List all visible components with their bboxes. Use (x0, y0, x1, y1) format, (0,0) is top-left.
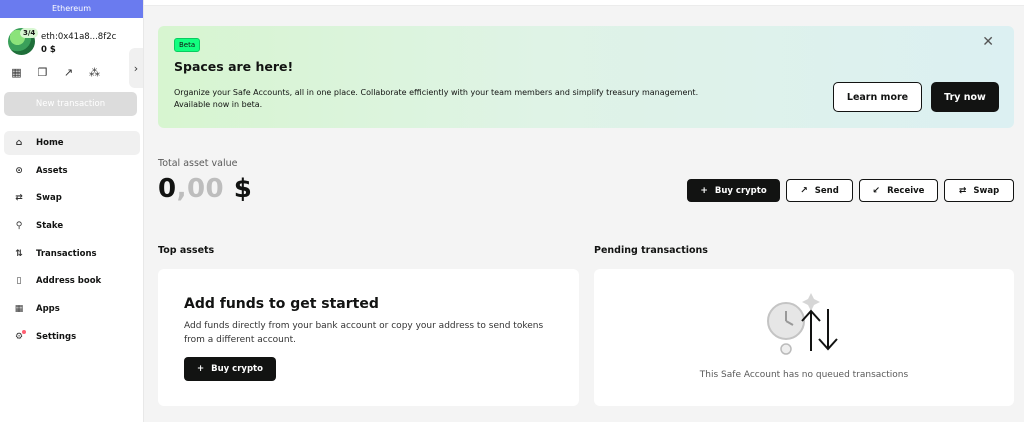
sidebar-item-label: Transactions (36, 248, 97, 259)
no-transactions-illustration (767, 293, 838, 355)
total-asset-value: 0,00 $ (158, 174, 252, 204)
sidebar-item-label: Apps (36, 304, 60, 315)
sidebar-item-label: Assets (36, 165, 68, 176)
send-button[interactable]: ↗ Send (786, 179, 853, 202)
chain-indicator: Ethereum (0, 0, 143, 18)
sidebar-nav: ⌂ Home ⊙ Assets ⇄ Swap ⚲ Stake ⇅ Transactions ▯ Add… (4, 131, 140, 353)
sidebar-item-settings[interactable]: ⚙ Settings (4, 325, 140, 349)
stake-icon: ⚲ (15, 221, 23, 232)
chevron-right-icon[interactable]: › (129, 48, 143, 88)
assets-icon: ⊙ (15, 165, 23, 176)
new-transaction-button[interactable]: New transaction (4, 92, 137, 116)
buy-crypto-card-button[interactable]: + Buy crypto (184, 357, 276, 381)
banner-title: Spaces are here! (174, 59, 294, 74)
banner-description: Organize your Safe Accounts, all in one … (174, 88, 699, 109)
transactions-icon: ⇅ (15, 248, 23, 259)
notification-dot (22, 329, 26, 334)
sidebar-item-home[interactable]: ⌂ Home (4, 131, 140, 155)
sidebar-item-assets[interactable]: ⊙ Assets (4, 159, 140, 183)
safe-address: eth:0x41a8...8f2c (41, 32, 117, 42)
sidebar-item-address-book[interactable]: ▯ Address book (4, 269, 140, 293)
arrow-down-left-icon: ↙ (872, 185, 881, 196)
top-assets-card: Add funds to get started Add funds direc… (158, 269, 579, 406)
sidebar-item-swap[interactable]: ⇄ Swap (4, 186, 140, 210)
threshold-badge: 3/4 (20, 28, 39, 38)
value-decimals: ,00 (176, 174, 225, 204)
arrow-up-right-icon: ↗ (800, 185, 808, 196)
sidebar-item-stake[interactable]: ⚲ Stake (4, 214, 140, 238)
network-icon[interactable]: ⁂ (88, 66, 101, 79)
qr-code-icon[interactable]: ▦ (10, 66, 23, 79)
swap-icon: ⇄ (958, 185, 967, 196)
receive-label: Receive (887, 185, 925, 196)
settings-icon: ⚙ (13, 329, 26, 342)
total-asset-label: Total asset value (158, 158, 238, 169)
sidebar-item-label: Home (36, 138, 64, 148)
swap-icon: ⇄ (15, 193, 23, 204)
beta-badge: Beta (174, 38, 201, 52)
buy-crypto-card-label: Buy crypto (211, 364, 263, 374)
plus-icon: + (700, 185, 708, 196)
sidebar-item-label: Settings (36, 331, 77, 342)
sidebar-item-label: Swap (36, 193, 62, 204)
external-link-icon[interactable]: ↗ (62, 66, 75, 79)
address-book-icon: ▯ (16, 276, 22, 287)
sidebar-item-transactions[interactable]: ⇅ Transactions (4, 242, 140, 266)
swap-button[interactable]: ⇄ Swap (944, 179, 1014, 202)
try-now-button[interactable]: Try now (931, 82, 999, 112)
send-label: Send (814, 185, 839, 196)
top-bar (144, 0, 1024, 6)
home-icon: ⌂ (15, 138, 23, 148)
sidebar-item-apps[interactable]: ▦ Apps (4, 297, 140, 321)
sidebar-item-label: Address book (36, 276, 102, 287)
overview-actions: + Buy crypto ↗ Send ↙ Receive ⇄ Swap (687, 179, 1014, 202)
buy-crypto-button[interactable]: + Buy crypto (687, 179, 780, 202)
plus-icon: + (197, 364, 205, 374)
add-funds-title: Add funds to get started (184, 296, 379, 312)
add-funds-description: Add funds directly from your bank accoun… (184, 321, 544, 345)
safe-balance: 0 $ (41, 45, 56, 55)
close-icon[interactable]: ✕ (982, 34, 994, 50)
apps-icon: ▦ (14, 304, 24, 315)
value-currency: $ (224, 174, 253, 204)
spaces-banner: Beta Spaces are here! Organize your Safe… (158, 26, 1014, 128)
pending-transactions-title: Pending transactions (594, 245, 708, 256)
swap-label: Swap (973, 185, 1000, 196)
safe-actions: ▦ ❐ ↗ ⁂ (10, 66, 101, 79)
buy-crypto-label: Buy crypto (714, 185, 767, 196)
pending-transactions-card: This Safe Account has no queued transact… (594, 269, 1014, 406)
receive-button[interactable]: ↙ Receive (859, 179, 938, 202)
value-main: 0 (158, 174, 177, 204)
top-assets-title: Top assets (158, 245, 215, 256)
sidebar: Ethereum 3/4 eth:0x41a8...8f2c 0 $ › ▦ ❐… (0, 0, 144, 422)
learn-more-button[interactable]: Learn more (833, 82, 922, 112)
copy-icon[interactable]: ❐ (36, 66, 49, 79)
sidebar-item-label: Stake (36, 221, 64, 232)
safe-info[interactable]: 3/4 eth:0x41a8...8f2c 0 $ › ▦ ❐ ↗ ⁂ (0, 18, 143, 88)
no-queued-transactions-text: This Safe Account has no queued transact… (699, 370, 909, 380)
